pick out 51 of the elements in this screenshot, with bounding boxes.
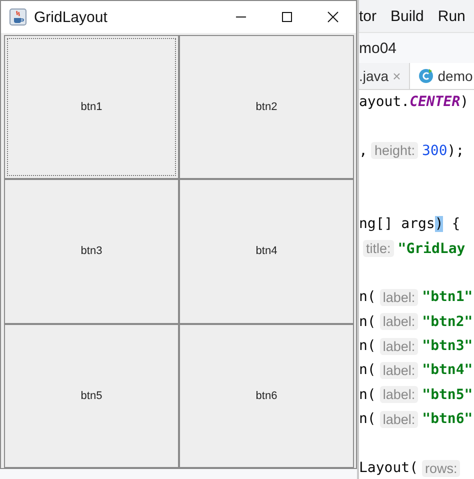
editor-tab[interactable]: .java × <box>359 63 409 89</box>
code-text: n( <box>359 314 376 330</box>
breadcrumb-item[interactable]: mo04 <box>359 40 397 56</box>
code-text: n( <box>359 338 376 354</box>
menu-item[interactable]: Build <box>390 8 424 24</box>
parameter-hint: label: <box>380 386 418 404</box>
window-title: GridLayout <box>34 8 108 26</box>
parameter-hint: rows: <box>422 460 460 477</box>
grid-button[interactable]: btn2 <box>179 35 354 180</box>
class-icon <box>418 68 434 84</box>
number-literal: 300 <box>422 142 448 159</box>
constant-text: CENTER <box>410 94 460 110</box>
string-literal: "btn3" <box>422 338 473 354</box>
code-text: n( <box>359 362 376 378</box>
tab-label: .java <box>359 68 389 84</box>
parameter-hint: label: <box>380 338 418 355</box>
string-literal: "btn4" <box>422 362 473 378</box>
editor-tab[interactable]: demo <box>408 63 474 89</box>
parameter-hint: label: <box>380 288 418 306</box>
code-text: , <box>359 142 368 159</box>
string-literal: "btn1" <box>422 289 473 306</box>
code-text: n( <box>359 289 376 306</box>
matched-paren: ) <box>434 216 444 232</box>
parameter-hint: height: <box>371 142 418 160</box>
grid-button[interactable]: btn4 <box>179 179 354 324</box>
grid-button[interactable]: btn6 <box>179 324 354 468</box>
string-literal: "GridLay <box>398 240 466 257</box>
string-literal: "btn6" <box>422 411 473 428</box>
code-text: ng[] args <box>359 216 435 232</box>
maximize-icon <box>281 11 293 23</box>
code-text: ayout. <box>359 94 410 110</box>
code-text: ) <box>460 94 469 110</box>
code-text: n( <box>359 386 376 403</box>
grid-button[interactable]: btn5 <box>4 324 179 468</box>
menu-item[interactable]: Run <box>438 8 466 24</box>
parameter-hint: label: <box>380 313 418 330</box>
code-text: Layout( <box>359 460 418 476</box>
parameter-hint: label: <box>380 362 418 379</box>
code-text: { <box>450 216 460 232</box>
java-cup-icon <box>9 8 27 26</box>
code-text: n( <box>359 411 376 428</box>
close-icon <box>327 11 339 23</box>
parameter-hint: label: <box>380 410 418 428</box>
grid-button[interactable]: btn3 <box>4 179 179 324</box>
menu-item[interactable]: tor <box>359 8 377 24</box>
tab-label: demo <box>438 68 473 84</box>
parameter-hint: title: <box>363 240 394 258</box>
grid-button[interactable]: btn1 <box>4 35 179 180</box>
string-literal: "btn2" <box>422 314 473 330</box>
code-text: ); <box>447 142 464 159</box>
string-literal: "btn5" <box>422 386 473 403</box>
